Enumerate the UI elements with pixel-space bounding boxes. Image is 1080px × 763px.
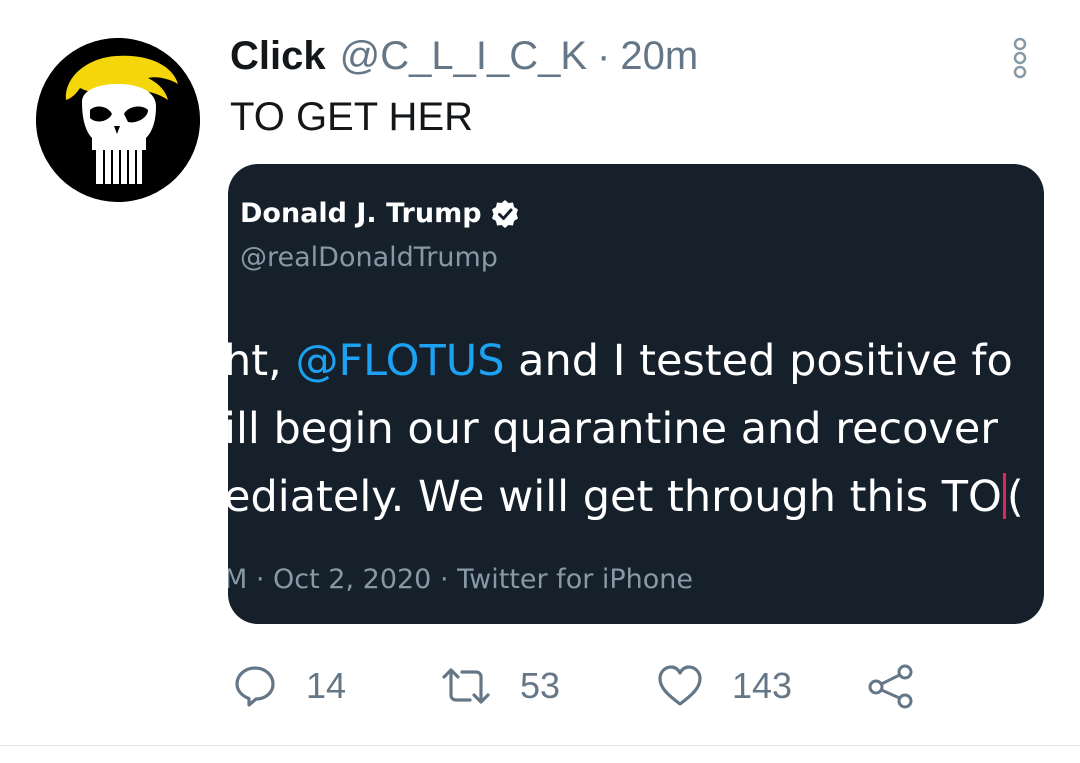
tweet-divider bbox=[0, 745, 1080, 746]
reply-count: 14 bbox=[306, 665, 347, 706]
screenshot-meta: M · Oct 2, 2020 · Twitter for iPhone bbox=[228, 564, 694, 595]
reply-icon bbox=[235, 666, 275, 707]
share-icon bbox=[868, 664, 913, 709]
screenshot-author-row: Donald J. Trump bbox=[240, 198, 520, 229]
screenshot-author-name: Donald J. Trump bbox=[240, 198, 482, 229]
retweet-button[interactable]: 53 bbox=[440, 658, 560, 714]
verified-badge-icon bbox=[491, 199, 518, 228]
retweet-icon bbox=[442, 668, 490, 704]
line1-start: ht, bbox=[228, 336, 296, 386]
author-name[interactable]: Click bbox=[230, 34, 326, 79]
header-separator: · bbox=[597, 34, 611, 78]
more-vertical-icon bbox=[1013, 37, 1027, 79]
tweet[interactable]: Click @C_L_I_C_K · 20m TO GET HER Donald… bbox=[0, 0, 1080, 746]
flotus-mention: @FLOTUS bbox=[295, 336, 505, 386]
line1-end: and I tested positive fo bbox=[504, 336, 1013, 386]
screenshot-text-line-1: ht, @FLOTUS and I tested positive fo bbox=[228, 336, 1013, 386]
line3-start: ediately. We will get through this TO bbox=[228, 472, 1002, 522]
share-button[interactable] bbox=[866, 658, 916, 714]
punisher-skull-avatar-icon bbox=[36, 38, 200, 202]
reply-button[interactable]: 14 bbox=[232, 658, 346, 714]
author-handle[interactable]: @C_L_I_C_K bbox=[340, 34, 587, 79]
heart-icon bbox=[658, 665, 702, 706]
screenshot-author-handle: @realDonaldTrump bbox=[240, 242, 498, 273]
tweet-header: Click @C_L_I_C_K · 20m bbox=[230, 34, 698, 86]
like-button[interactable]: 143 bbox=[656, 658, 792, 714]
tweet-text: TO GET HER bbox=[230, 95, 474, 139]
line3-end: ( bbox=[1006, 472, 1024, 522]
tweet-media-image[interactable]: Donald J. Trump @realDonaldTrump ht, @FL… bbox=[228, 164, 1044, 624]
screenshot-text-line-2: ill begin our quarantine and recover bbox=[228, 404, 998, 454]
tweet-timestamp[interactable]: 20m bbox=[620, 34, 698, 79]
more-options-button[interactable] bbox=[1002, 36, 1038, 80]
avatar[interactable] bbox=[36, 38, 200, 202]
like-count: 143 bbox=[732, 665, 793, 706]
retweet-count: 53 bbox=[520, 665, 561, 706]
text-cursor bbox=[1002, 473, 1006, 519]
screenshot-text-line-3: ediately. We will get through this TO( bbox=[228, 472, 1024, 522]
